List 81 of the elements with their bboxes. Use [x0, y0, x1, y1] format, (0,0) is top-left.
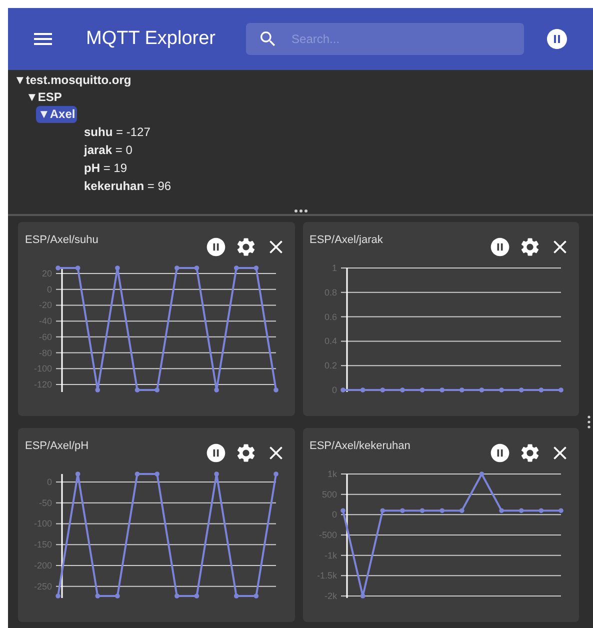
data-point: [75, 266, 80, 270]
pause-icon: [204, 236, 226, 258]
data-point: [400, 508, 404, 513]
data-point: [56, 594, 60, 598]
gear-icon: [519, 442, 541, 464]
chart-title: ESP/Axel/jarak: [310, 233, 383, 248]
data-point: [518, 508, 524, 513]
data-point: [115, 266, 120, 270]
pause-icon: [204, 442, 226, 464]
data-point: [95, 388, 100, 392]
data-point: [214, 388, 219, 392]
data-point: [95, 594, 100, 598]
chart-title: ESP/Axel/kekeruhan: [310, 439, 410, 454]
chart-title: ESP/Axel/suhu: [25, 233, 98, 248]
data-point: [134, 388, 140, 392]
pause-icon: [489, 442, 511, 464]
data-point: [439, 508, 444, 513]
data-point: [194, 594, 200, 598]
data-point: [538, 388, 544, 392]
data-point: [360, 594, 365, 598]
data-point: [419, 388, 424, 392]
topic-node[interactable]: ▼Axel: [36, 106, 78, 123]
pause-icon: [544, 27, 569, 51]
data-point: [498, 508, 504, 513]
data-point: [439, 388, 444, 392]
settings-button[interactable]: [234, 236, 256, 258]
pause-button[interactable]: [204, 442, 226, 464]
drag-handle-icon[interactable]: [587, 415, 591, 429]
topic-value[interactable]: pH = 19: [82, 161, 130, 175]
data-point: [380, 388, 385, 392]
data-point: [274, 472, 278, 476]
data-point: [478, 472, 484, 476]
data-point: [538, 508, 544, 513]
settings-button[interactable]: [519, 236, 541, 258]
data-point: [134, 472, 140, 476]
data-point: [340, 508, 345, 513]
data-point: [234, 266, 239, 270]
topic-value[interactable]: jarak = 0: [82, 143, 134, 157]
gear-icon: [234, 442, 256, 464]
data-point: [194, 266, 200, 270]
pause-button[interactable]: [544, 27, 569, 51]
app-title: MQTT Explorer: [86, 26, 216, 51]
data-point: [478, 388, 484, 392]
data-point: [380, 508, 385, 513]
data-point: [558, 508, 563, 513]
data-point: [400, 388, 404, 392]
gear-icon: [234, 236, 256, 258]
data-point: [56, 266, 60, 270]
gear-icon: [519, 236, 541, 258]
data-point: [174, 594, 180, 598]
settings-button[interactable]: [519, 442, 541, 464]
data-point: [254, 266, 259, 270]
data-point: [174, 266, 180, 270]
settings-button[interactable]: [234, 442, 256, 464]
data-point: [340, 388, 345, 392]
data-point: [498, 388, 504, 392]
pause-button[interactable]: [489, 442, 511, 464]
pause-button[interactable]: [489, 236, 511, 258]
data-point: [459, 388, 464, 392]
data-point: [75, 472, 80, 476]
data-point: [254, 594, 259, 598]
data-point: [115, 594, 120, 598]
data-point: [558, 388, 563, 392]
data-point: [419, 508, 424, 513]
data-point: [360, 388, 365, 392]
data-point: [459, 508, 464, 513]
pause-button[interactable]: [204, 236, 226, 258]
topic-node[interactable]: ▼test.mosquitto.org: [12, 72, 134, 89]
data-point: [154, 472, 160, 476]
topic-value[interactable]: kekeruhan = 96: [82, 179, 174, 193]
data-point: [154, 388, 160, 392]
topic-value[interactable]: suhu = -127: [82, 125, 152, 139]
drag-handle-icon[interactable]: [294, 209, 308, 213]
topic-node[interactable]: ▼ESP: [24, 89, 64, 106]
search-icon: [258, 29, 278, 49]
data-point: [274, 388, 278, 392]
data-point: [518, 388, 524, 392]
data-point: [234, 594, 239, 598]
chart-title: ESP/Axel/pH: [25, 439, 89, 454]
pause-icon: [489, 236, 511, 258]
data-point: [214, 472, 219, 476]
